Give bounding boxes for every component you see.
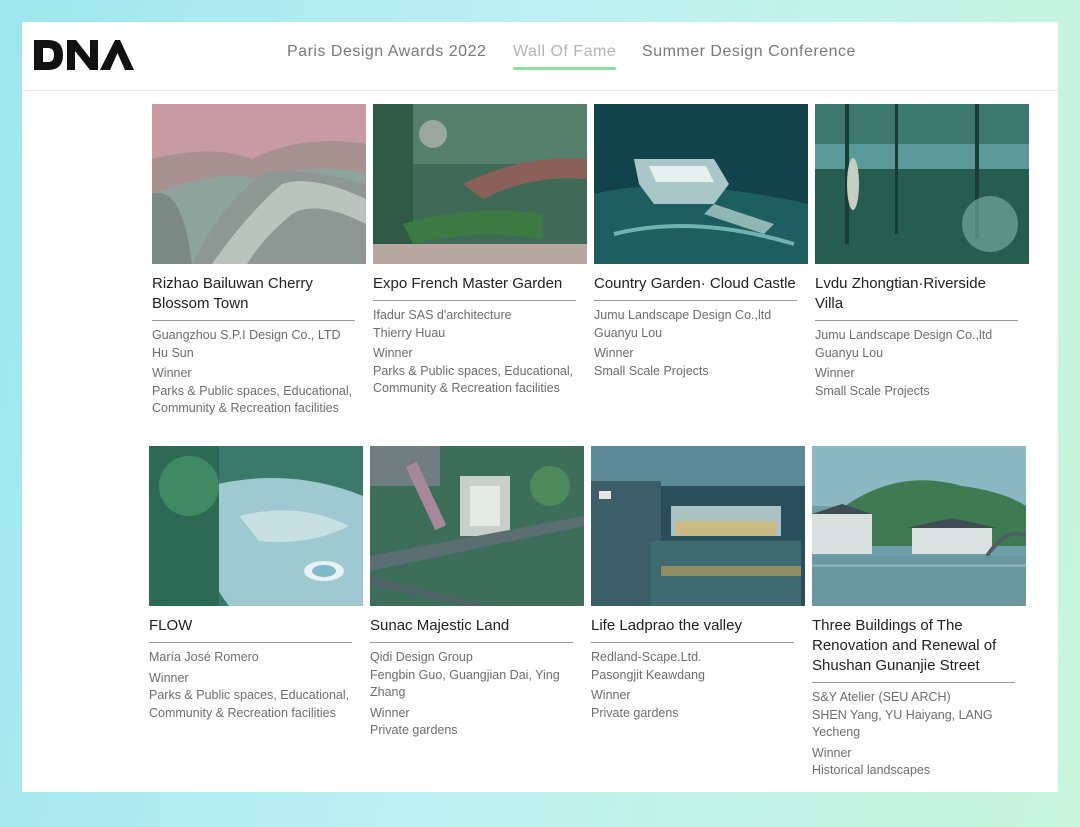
- project-image-cherry-blossom-town[interactable]: [152, 104, 366, 264]
- project-card[interactable]: Sunac Majestic Land Qidi Design Group Fe…: [370, 446, 584, 740]
- project-title[interactable]: Rizhao Bailuwan Cherry Blossom Town: [152, 274, 355, 321]
- project-designers: Fengbin Guo, Guangjian Dai, Ying Zhang: [370, 667, 560, 700]
- active-tab-underline: [513, 67, 617, 70]
- project-card[interactable]: Country Garden· Cloud Castle Jumu Landsc…: [594, 104, 808, 380]
- project-designers: Thierry Huau: [373, 325, 446, 340]
- project-title[interactable]: Lvdu Zhongtian·Riverside Villa: [815, 274, 1018, 321]
- project-image-life-ladprao[interactable]: [591, 446, 805, 606]
- project-studio: Redland-Scape.Ltd.: [591, 650, 702, 664]
- project-result: Winner: [373, 346, 413, 360]
- site-header: Paris Design Awards 2022 Wall Of Fame Su…: [22, 22, 1058, 91]
- project-category: Historical landscapes: [812, 763, 931, 777]
- project-result: Winner: [815, 366, 855, 380]
- project-studio: Jumu Landscape Design Co.,ltd: [594, 308, 772, 322]
- project-result: Winner: [591, 688, 631, 702]
- project-result: Winner: [149, 670, 189, 685]
- project-studio: María José Romero: [149, 650, 259, 664]
- project-designers: Guanyu Lou: [594, 325, 663, 340]
- page-frame: Paris Design Awards 2022 Wall Of Fame Su…: [22, 22, 1058, 792]
- project-category: Small Scale Projects: [815, 383, 930, 398]
- project-card[interactable]: Rizhao Bailuwan Cherry Blossom Town Guan…: [152, 104, 366, 418]
- project-studio: Qidi Design Group: [370, 650, 473, 664]
- project-image-shushan-street[interactable]: [812, 446, 1026, 606]
- project-designers: Pasongjit Keawdang: [591, 667, 705, 682]
- project-category: Parks & Public spaces, Educational, Comm…: [373, 363, 574, 396]
- project-category: Small Scale Projects: [594, 363, 709, 378]
- project-card[interactable]: Three Buildings of The Renovation and Re…: [812, 446, 1026, 780]
- project-title[interactable]: Three Buildings of The Renovation and Re…: [812, 616, 1015, 683]
- project-title[interactable]: Country Garden· Cloud Castle: [594, 274, 797, 301]
- project-image-cloud-castle[interactable]: [594, 104, 808, 264]
- project-image-sunac-majestic-land[interactable]: [370, 446, 584, 606]
- project-studio: Jumu Landscape Design Co.,ltd: [815, 328, 993, 342]
- project-title[interactable]: Life Ladprao the valley: [591, 616, 794, 643]
- project-result: Winner: [152, 366, 192, 380]
- project-studio: Ifadur SAS d'architecture: [373, 308, 512, 322]
- project-category: Parks & Public spaces, Educational, Comm…: [152, 383, 353, 416]
- project-card[interactable]: Expo French Master Garden Ifadur SAS d'a…: [373, 104, 587, 398]
- project-category: Private gardens: [370, 723, 458, 737]
- dna-logo[interactable]: [32, 36, 134, 70]
- project-studio: Guangzhou S.P.I Design Co., LTD: [152, 328, 341, 342]
- project-designers: Guanyu Lou: [815, 345, 884, 360]
- project-studio: S&Y Atelier (SEU ARCH): [812, 690, 951, 704]
- project-result: Winner: [370, 705, 410, 720]
- project-image-expo-french-garden[interactable]: [373, 104, 587, 264]
- nav-wall-of-fame[interactable]: Wall Of Fame: [513, 43, 617, 70]
- project-card[interactable]: FLOW María José Romero Winner Parks & Pu…: [149, 446, 363, 722]
- nav-paris-design-awards[interactable]: Paris Design Awards 2022: [287, 43, 486, 61]
- project-card[interactable]: Lvdu Zhongtian·Riverside Villa Jumu Land…: [815, 104, 1029, 400]
- project-image-flow[interactable]: [149, 446, 363, 606]
- project-result: Winner: [812, 745, 852, 760]
- project-category: Private gardens: [591, 705, 679, 720]
- project-title[interactable]: Expo French Master Garden: [373, 274, 576, 301]
- project-designers: SHEN Yang, YU Haiyang, LANG Yecheng: [812, 707, 993, 740]
- nav-summer-design-conference[interactable]: Summer Design Conference: [642, 43, 856, 61]
- project-title[interactable]: FLOW: [149, 616, 352, 643]
- project-category: Parks & Public spaces, Educational, Comm…: [149, 688, 350, 720]
- project-card[interactable]: Life Ladprao the valley Redland-Scape.Lt…: [591, 446, 805, 722]
- project-image-riverside-villa[interactable]: [815, 104, 1029, 264]
- project-result: Winner: [594, 346, 634, 360]
- project-title[interactable]: Sunac Majestic Land: [370, 616, 573, 643]
- project-designers: Hu Sun: [152, 345, 194, 360]
